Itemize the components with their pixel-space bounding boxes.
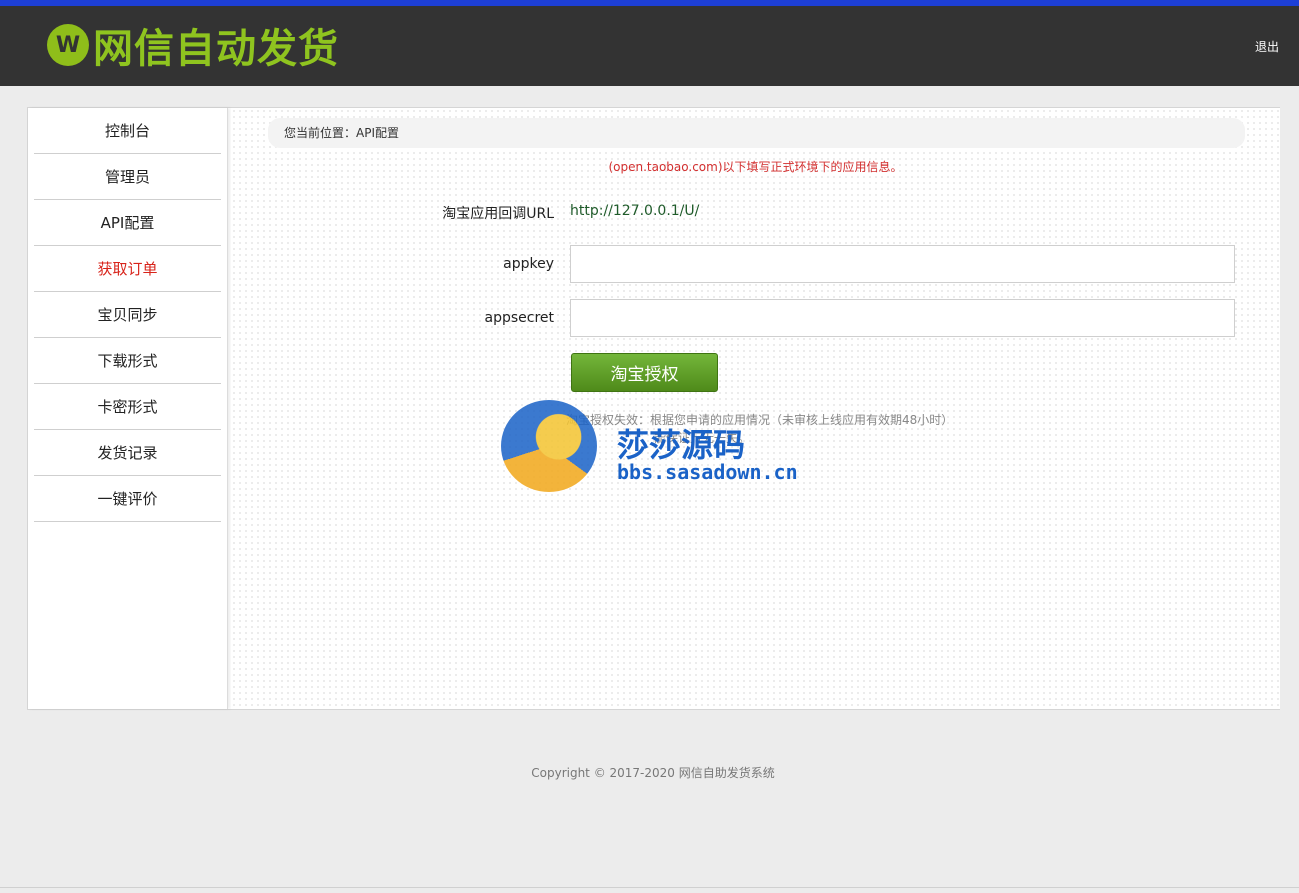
logout-link[interactable]: 退出 xyxy=(1255,38,1279,55)
notice-text: (open.taobao.com)以下填写正式环境下的应用信息。 xyxy=(608,160,903,174)
sidebar-menu: 控制台 管理员 API配置 获取订单 宝贝同步 下载形式 卡密形式 发货记录 一… xyxy=(28,108,227,522)
appkey-input[interactable] xyxy=(570,245,1235,283)
sidebar-item-api-config[interactable]: API配置 xyxy=(34,200,221,246)
footer-copyright: Copyright © 2017-2020 网信自助发货系统 xyxy=(531,766,775,780)
sidebar-item-one-click-review[interactable]: 一键评价 xyxy=(34,476,221,522)
content-panel: 控制台 管理员 API配置 获取订单 宝贝同步 下载形式 卡密形式 发货记录 一… xyxy=(27,107,1280,710)
breadcrumb: 您当前位置：API配置 xyxy=(268,118,1245,148)
callback-url-value: http://127.0.0.1/U/ xyxy=(570,203,700,219)
appsecret-input[interactable] xyxy=(570,299,1235,337)
sidebar-item-admin[interactable]: 管理员 xyxy=(34,154,221,200)
appsecret-row: appsecret xyxy=(231,299,1280,339)
sidebar-item-get-orders[interactable]: 获取订单 xyxy=(34,246,221,292)
logo: W 网信自动发货 xyxy=(47,20,339,72)
taobao-auth-button[interactable]: 淘宝授权 xyxy=(571,353,718,392)
auth-note-line2: 能保证万无一失。 xyxy=(654,431,751,445)
callback-row: 淘宝应用回调URL http://127.0.0.1/U/ xyxy=(231,203,1280,243)
sidebar-item-download-format[interactable]: 下载形式 xyxy=(34,338,221,384)
logo-text: 网信自动发货 xyxy=(93,26,339,72)
callback-label: 淘宝应用回调URL xyxy=(442,206,554,222)
main-content: 您当前位置：API配置 (open.taobao.com)以下填写正式环境下的应… xyxy=(231,108,1280,709)
appkey-label: appkey xyxy=(503,256,554,272)
sidebar-item-delivery-records[interactable]: 发货记录 xyxy=(34,430,221,476)
logo-badge-icon: W xyxy=(47,24,89,66)
appsecret-label: appsecret xyxy=(484,310,554,326)
sidebar: 控制台 管理员 API配置 获取订单 宝贝同步 下载形式 卡密形式 发货记录 一… xyxy=(28,108,228,709)
bottom-divider xyxy=(0,887,1299,888)
sidebar-item-item-sync[interactable]: 宝贝同步 xyxy=(34,292,221,338)
sidebar-item-card-format[interactable]: 卡密形式 xyxy=(34,384,221,430)
sidebar-item-dashboard[interactable]: 控制台 xyxy=(34,108,221,154)
auth-note-line1: 淘宝授权失效：根据您申请的应用情况（未审核上线应用有效期48小时） xyxy=(566,413,954,427)
header: W 网信自动发货 退出 xyxy=(0,6,1299,86)
appkey-row: appkey xyxy=(231,245,1280,285)
